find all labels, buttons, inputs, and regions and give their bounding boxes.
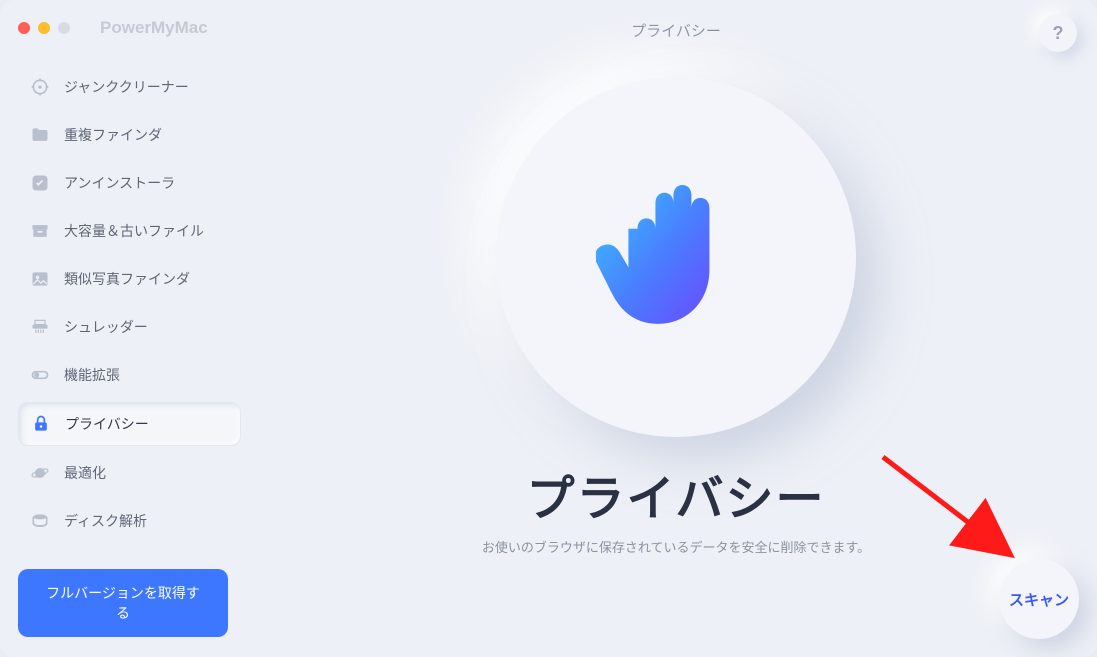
planet-icon xyxy=(30,463,50,483)
sidebar-item-extensions[interactable]: 機能拡張 xyxy=(18,354,241,396)
sidebar-item-label: 大容量＆古いファイル xyxy=(64,221,204,241)
sidebar-item-optimize[interactable]: 最適化 xyxy=(18,452,241,494)
window-controls xyxy=(18,22,70,34)
scan-button[interactable]: スキャン xyxy=(999,559,1079,639)
hero-illustration xyxy=(496,77,856,437)
sidebar-item-disk-analysis[interactable]: ディスク解析 xyxy=(18,500,241,542)
app-window: PowerMyMac ジャンククリーナー 重複ファインダ アンインストーラ xyxy=(0,0,1097,657)
folder-icon xyxy=(30,125,50,145)
archive-icon xyxy=(30,221,50,241)
sidebar-item-duplicate-finder[interactable]: 重複ファインダ xyxy=(18,114,241,156)
sidebar-item-label: アンインストーラ xyxy=(64,173,175,193)
close-window-button[interactable] xyxy=(18,22,30,34)
sidebar-item-label: 類似写真ファインダ xyxy=(64,269,190,289)
sidebar-item-label: 重複ファインダ xyxy=(64,125,162,145)
scan-button-label: スキャン xyxy=(1009,589,1069,610)
sidebar-item-label: ディスク解析 xyxy=(64,511,147,531)
shredder-icon xyxy=(30,317,50,337)
disk-icon xyxy=(30,511,50,531)
target-icon xyxy=(30,77,50,97)
sidebar-item-privacy[interactable]: プライバシー xyxy=(18,402,241,446)
sidebar-item-label: シュレッダー xyxy=(64,317,148,337)
minimize-window-button[interactable] xyxy=(38,22,50,34)
toggle-icon xyxy=(30,365,50,385)
main-subtitle: お使いのブラウザに保存されているデータを安全に削除できます。 xyxy=(482,537,870,556)
lock-icon xyxy=(31,414,51,434)
help-button[interactable]: ? xyxy=(1039,14,1077,52)
sidebar-item-shredder[interactable]: シュレッダー xyxy=(18,306,241,348)
main-panel: プライバシー ? プライバシー お使いのブラウザに保存 xyxy=(255,0,1097,657)
sidebar-item-large-old-files[interactable]: 大容量＆古いファイル xyxy=(18,210,241,252)
sidebar-item-label: プライバシー xyxy=(65,414,149,434)
titlebar: PowerMyMac xyxy=(18,18,241,38)
app-title: PowerMyMac xyxy=(100,18,208,38)
sidebar: PowerMyMac ジャンククリーナー 重複ファインダ アンインストーラ xyxy=(0,0,255,657)
page-title: プライバシー xyxy=(631,20,721,41)
hand-stop-icon xyxy=(596,167,756,347)
maximize-window-button[interactable] xyxy=(58,22,70,34)
sidebar-list: ジャンククリーナー 重複ファインダ アンインストーラ 大容量＆古いファイル xyxy=(18,66,241,542)
sidebar-item-similar-photos[interactable]: 類似写真ファインダ xyxy=(18,258,241,300)
main-heading: プライバシー xyxy=(526,459,825,529)
get-full-version-button[interactable]: フルバージョンを取得する xyxy=(18,569,228,637)
app-icon xyxy=(30,173,50,193)
sidebar-item-label: ジャンククリーナー xyxy=(64,77,189,97)
sidebar-item-uninstaller[interactable]: アンインストーラ xyxy=(18,162,241,204)
help-icon: ? xyxy=(1053,23,1064,44)
sidebar-item-junk-cleaner[interactable]: ジャンククリーナー xyxy=(18,66,241,108)
image-icon xyxy=(30,269,50,289)
annotation-arrow-icon xyxy=(875,449,1025,569)
sidebar-item-label: 最適化 xyxy=(64,463,106,483)
sidebar-item-label: 機能拡張 xyxy=(64,365,120,385)
